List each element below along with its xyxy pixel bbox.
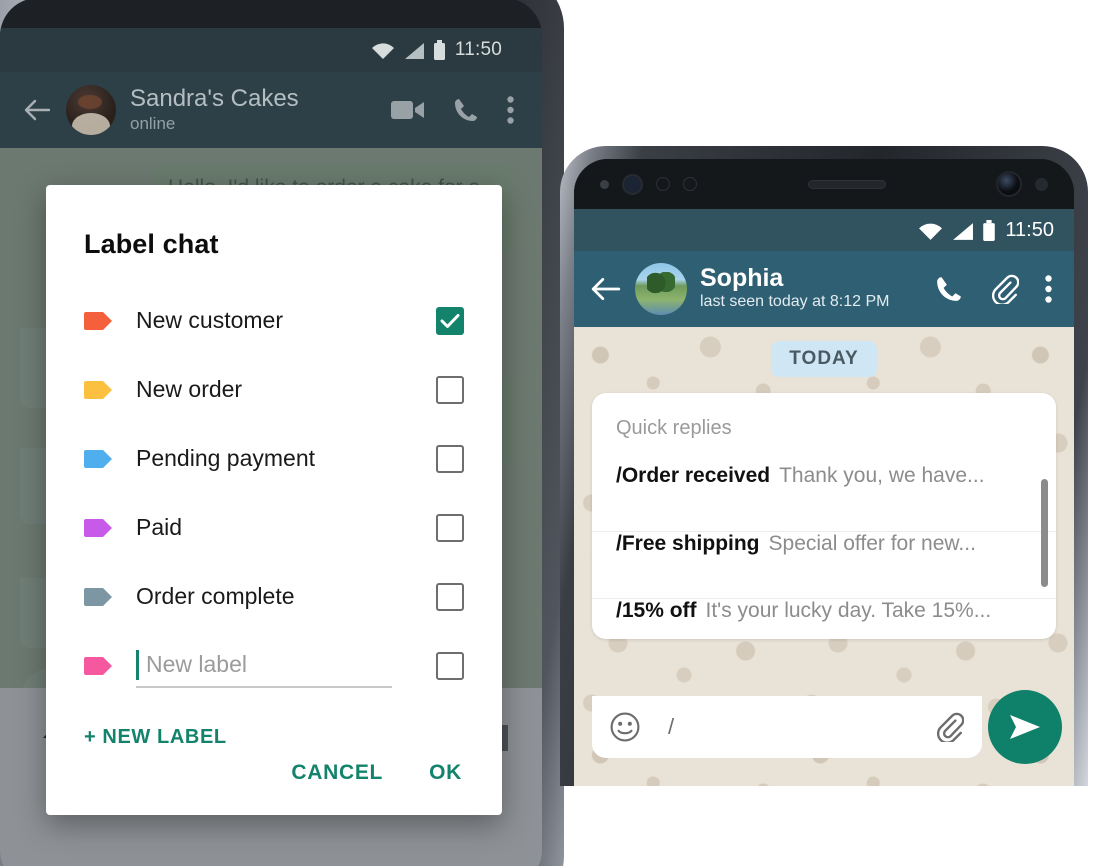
label-name: Paid (136, 514, 183, 540)
signal-icon (953, 222, 974, 240)
label-name: Order complete (136, 583, 295, 609)
wifi-icon (371, 43, 394, 59)
quick-reply-preview: It's your lucky day. Take 15%... (705, 599, 992, 622)
label-checkbox[interactable] (436, 513, 464, 542)
battery-icon (433, 40, 445, 60)
label-row-new-label[interactable]: New label (46, 631, 502, 700)
cancel-button[interactable]: CANCEL (291, 761, 383, 785)
signal-icon (404, 43, 424, 59)
quick-replies-scrollbar[interactable] (1041, 479, 1048, 587)
front-camera-small-icon (622, 173, 643, 195)
left-app-bar-actions (391, 96, 520, 124)
label-checkbox[interactable] (436, 651, 464, 680)
voice-call-icon[interactable] (935, 275, 963, 303)
label-chat-dialog: Label chat New customer New order Pendin… (46, 185, 502, 815)
label-tag-icon (84, 654, 114, 678)
add-new-label-button[interactable]: + NEW LABEL (46, 700, 502, 749)
earpiece-speaker-icon (807, 179, 886, 189)
right-status-icons (918, 219, 996, 241)
new-label-input[interactable]: New label (136, 644, 392, 688)
label-name: Pending payment (136, 445, 316, 471)
label-tag-icon (84, 585, 114, 609)
avatar[interactable] (66, 85, 116, 135)
quick-reply-preview: Thank you, we have... (779, 464, 985, 487)
right-contact-info[interactable]: Sophia last seen today at 8:12 PM (700, 263, 922, 313)
back-arrow-icon[interactable] (22, 95, 52, 125)
right-contact-name: Sophia (700, 263, 784, 292)
front-camera-icon (996, 171, 1022, 197)
quick-reply-command: /Free shipping (616, 532, 760, 555)
label-row-paid[interactable]: Paid (46, 493, 502, 562)
right-contact-status: last seen today at 8:12 PM (700, 293, 890, 311)
right-chat-body: TODAY Quick replies /Order received Than… (574, 327, 1074, 786)
overflow-menu-icon[interactable] (1045, 275, 1052, 303)
date-chip: TODAY (771, 341, 877, 377)
sensor-dot-icon (1035, 177, 1048, 191)
message-input-bar: / (592, 696, 982, 758)
left-status-icons (371, 40, 446, 60)
label-checkbox[interactable] (436, 582, 464, 611)
label-row-order-complete[interactable]: Order complete (46, 562, 502, 631)
label-list: New customer New order Pending payment P… (46, 268, 502, 700)
right-phone-sensor-bar (574, 159, 1074, 209)
avatar[interactable] (635, 263, 687, 315)
send-button[interactable] (988, 690, 1062, 764)
emoji-icon[interactable] (610, 712, 640, 742)
quick-reply-item[interactable]: /Order received Thank you, we have... (592, 464, 1056, 531)
label-checkbox[interactable] (436, 375, 464, 404)
sensor-dot-icon (683, 177, 697, 191)
ok-button[interactable]: OK (429, 761, 462, 785)
left-app-bar: Sandra's Cakes online (0, 72, 542, 148)
new-label-placeholder: New label (146, 651, 247, 677)
right-status-time: 11:50 (1005, 218, 1054, 241)
label-checkbox[interactable] (436, 444, 464, 473)
label-name: New order (136, 376, 243, 402)
label-name: New customer (136, 307, 283, 333)
send-icon (1010, 715, 1040, 739)
video-call-icon[interactable] (391, 98, 425, 122)
label-tag-icon (84, 447, 114, 471)
back-arrow-icon[interactable] (590, 275, 622, 303)
quick-replies-header: Quick replies (616, 417, 732, 439)
sensor-dot-icon (656, 177, 670, 191)
wifi-icon (919, 223, 943, 240)
check-icon (440, 313, 460, 328)
quick-reply-command: /15% off (616, 599, 697, 622)
sensor-dot-icon (600, 179, 609, 189)
left-contact-status: online (130, 113, 176, 133)
right-phone-device: 11:50 Sophia last seen today at 8:12 PM (560, 146, 1088, 786)
dialog-title: Label chat (84, 229, 219, 259)
left-status-time: 11:50 (454, 39, 502, 60)
dialog-actions: CANCEL OK (46, 761, 502, 815)
overflow-menu-icon[interactable] (507, 96, 514, 124)
left-status-bar: 11:50 (0, 28, 542, 72)
screenshot-canvas: 11:50 Sandra's Cakes online Label chat N… (0, 0, 1094, 866)
battery-icon (983, 219, 996, 241)
left-contact-name: Sandra's Cakes (130, 84, 299, 112)
quick-replies-panel: Quick replies /Order received Thank you,… (592, 393, 1056, 639)
right-status-bar: 11:50 (574, 209, 1074, 251)
quick-reply-item[interactable]: /15% off It's your lucky day. Take 15%..… (592, 598, 1056, 639)
right-app-bar: Sophia last seen today at 8:12 PM (574, 251, 1074, 327)
quick-reply-item[interactable]: /Free shipping Special offer for new... (592, 531, 1056, 598)
quick-replies-list: /Order received Thank you, we have... /F… (592, 464, 1056, 639)
left-contact-info[interactable]: Sandra's Cakes online (130, 84, 377, 134)
quick-reply-preview: Special offer for new... (768, 532, 976, 555)
right-phone-screen: 11:50 Sophia last seen today at 8:12 PM (574, 159, 1074, 786)
right-app-bar-actions (935, 274, 1058, 304)
attach-icon[interactable] (934, 712, 964, 742)
text-caret (136, 649, 139, 680)
label-checkbox[interactable] (436, 306, 464, 335)
message-input[interactable]: / (654, 714, 920, 740)
label-tag-icon (84, 309, 114, 333)
label-row-new-order[interactable]: New order (46, 355, 502, 424)
label-tag-icon (84, 516, 114, 540)
label-row-pending-payment[interactable]: Pending payment (46, 424, 502, 493)
label-row-new-customer[interactable]: New customer (46, 286, 502, 355)
voice-call-icon[interactable] (453, 97, 479, 123)
quick-reply-command: /Order received (616, 464, 771, 487)
attach-icon[interactable] (989, 274, 1019, 304)
label-tag-icon (84, 378, 114, 402)
